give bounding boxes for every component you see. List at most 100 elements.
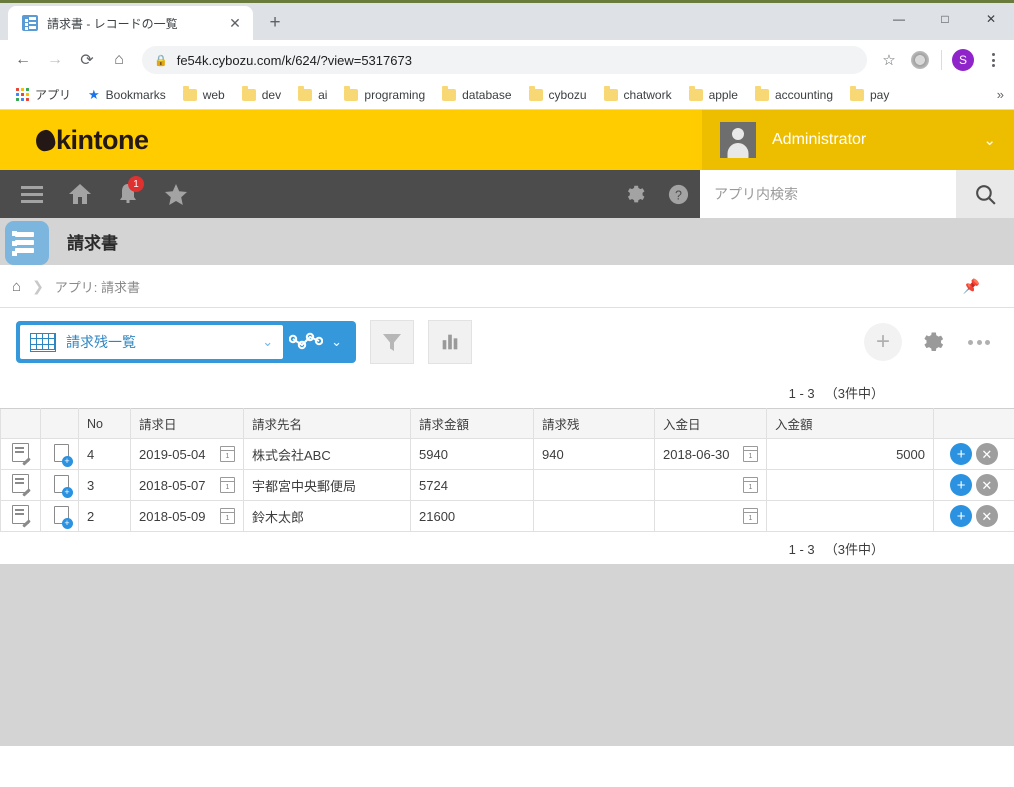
table-row[interactable]: 4 2019-05-04 1 株式会社ABC 5940 940 2018-06-… [0,438,1014,470]
notifications-button[interactable]: 1 [106,170,150,218]
back-icon[interactable]: ← [8,45,38,75]
home-icon[interactable]: ⌂ [104,45,134,75]
col-no[interactable]: No [78,408,131,439]
bookmark-item[interactable]: apple [682,85,745,105]
cell-invoice-amount: 5724 [410,469,534,501]
edit-record-button[interactable] [0,469,41,501]
view-selector[interactable]: 請求残一覧 ⌄ ⌄ [16,321,356,363]
bookmark-label: web [202,87,225,102]
graph-chevron-down-icon[interactable]: ⌄ [329,334,352,350]
bookmark-item[interactable]: programing [337,85,432,105]
pin-icon[interactable]: 📌 [963,278,980,295]
copy-record-button[interactable] [40,500,79,532]
calendar-icon[interactable]: 1 [220,446,235,462]
bookmark-item[interactable]: web [176,85,232,105]
col-customer[interactable]: 請求先名 [243,408,411,439]
maximize-icon[interactable]: □ [922,3,968,35]
browser-tab[interactable]: 請求書 - レコードの一覧 ✕ [8,6,253,40]
col-invoice-date[interactable]: 請求日 [130,408,244,439]
delete-icon[interactable]: ✕ [975,443,998,465]
delete-icon[interactable]: ✕ [975,505,998,527]
col-invoice-amount[interactable]: 請求金額 [410,408,534,439]
page-title: 請求書 [67,234,118,253]
browser-menu-icon[interactable] [980,53,1006,67]
bookmark-item[interactable]: chatwork [597,85,679,105]
extension-icon[interactable] [911,51,929,69]
address-bar[interactable]: 🔒 fe54k.cybozu.com/k/624/?view=5317673 [142,46,867,74]
more-options-button[interactable] [960,339,998,345]
add-icon[interactable]: + [950,505,973,527]
copy-record-button[interactable] [40,469,79,501]
portal-home-button[interactable] [58,170,102,218]
cell-invoice-date: 2018-05-09 1 [130,500,244,532]
add-icon[interactable]: + [950,474,973,496]
copy-icon [50,472,73,498]
user-menu[interactable]: Administrator ⌄ [702,110,1014,170]
bookmark-item[interactable]: database [435,85,518,105]
bookmark-apps[interactable]: アプリ [9,83,78,106]
chevron-down-icon[interactable]: ⌄ [262,334,273,350]
settings-button[interactable] [612,170,656,218]
chevron-down-icon[interactable]: ⌄ [983,131,996,149]
copy-icon [50,503,73,529]
cell-invoice-date: 2019-05-04 1 [130,438,244,470]
breadcrumb-app-label[interactable]: アプリ: 請求書 [55,277,140,296]
folder-icon [442,86,457,101]
calendar-icon[interactable]: 1 [220,508,235,524]
calendar-icon[interactable]: 1 [743,446,758,462]
table-row[interactable]: 3 2018-05-07 1 宇都宮中央郵便局 5724 1 + ✕ [0,469,1014,501]
add-record-button[interactable]: + [864,323,902,361]
folder-icon [754,86,769,101]
search-button[interactable] [956,170,1014,218]
help-button[interactable]: ? [656,170,700,218]
col-edit [0,408,41,439]
favorites-button[interactable] [154,170,198,218]
close-icon[interactable]: ✕ [225,13,245,33]
calendar-icon[interactable]: 1 [743,477,758,493]
home-icon[interactable]: ⌂ [12,278,21,295]
bookmark-item[interactable]: dev [235,85,288,105]
chart-button[interactable] [428,320,472,364]
edit-record-button[interactable] [0,500,41,532]
col-balance[interactable]: 請求残 [533,408,655,439]
graph-view-button[interactable] [283,327,329,357]
copy-record-button[interactable] [40,438,79,470]
bookmark-item[interactable]: ★ Bookmarks [81,84,173,106]
kintone-logo[interactable]: kintone [34,125,149,156]
new-tab-button[interactable]: + [261,9,289,37]
bookmarks-overflow-icon[interactable]: » [997,87,1004,102]
navbar-right: ? アプリ内検索 [612,170,1014,218]
search-input[interactable]: アプリ内検索 [700,170,956,218]
col-payment-date[interactable]: 入金日 [654,408,767,439]
bookmark-star-icon[interactable]: ☆ [875,46,903,74]
app-settings-button[interactable] [912,323,950,361]
browser-tabstrip: 請求書 - レコードの一覧 ✕ + — □ ✕ [0,3,1014,40]
filter-button[interactable] [370,320,414,364]
view-dropdown[interactable]: 請求残一覧 ⌄ [20,325,284,359]
minimize-icon[interactable]: — [876,3,922,35]
window-controls: — □ ✕ [876,3,1014,35]
delete-icon[interactable]: ✕ [975,474,998,496]
search-placeholder: アプリ内検索 [714,186,798,202]
edit-record-button[interactable] [0,438,41,470]
bar-chart-icon [442,334,458,350]
add-icon[interactable]: + [950,443,973,465]
row-actions: + ✕ [933,469,1014,501]
reload-icon[interactable]: ⟳ [72,45,102,75]
folder-icon [344,86,359,101]
apps-grid-icon [16,88,29,101]
window-close-icon[interactable]: ✕ [968,3,1014,35]
hamburger-menu-button[interactable] [10,170,54,218]
bookmark-item[interactable]: cybozu [522,85,594,105]
bookmark-item[interactable]: accounting [748,85,840,105]
bookmark-item[interactable]: pay [843,85,896,105]
table-row[interactable]: 2 2018-05-09 1 鈴木太郎 21600 1 + ✕ [0,500,1014,532]
forward-icon[interactable]: → [40,45,70,75]
calendar-icon[interactable]: 1 [743,508,758,524]
profile-avatar[interactable]: S [952,49,974,71]
calendar-icon[interactable]: 1 [220,477,235,493]
bookmark-item[interactable]: ai [291,85,334,105]
folder-icon [182,86,197,101]
bookmark-label: アプリ [35,88,72,102]
col-payment-amount[interactable]: 入金額 [766,408,934,439]
